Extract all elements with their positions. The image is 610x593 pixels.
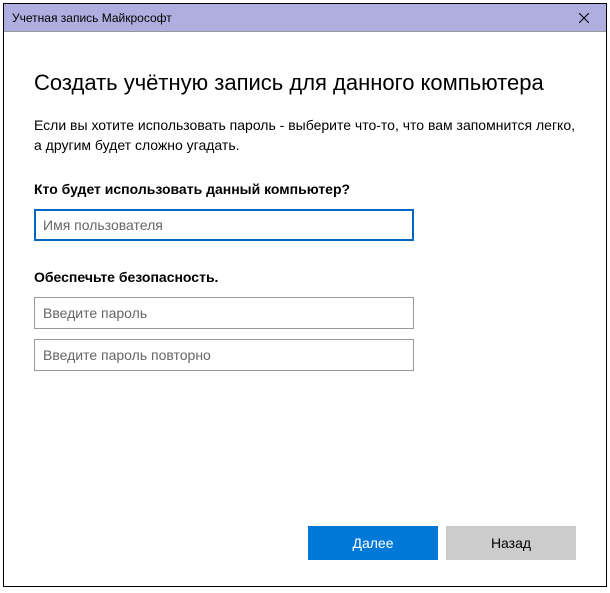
page-heading: Создать учётную запись для данного компь… <box>34 70 576 96</box>
back-button[interactable]: Назад <box>446 526 576 560</box>
close-button[interactable] <box>562 4 606 32</box>
password-input[interactable] <box>34 297 414 329</box>
window-title: Учетная запись Майкрософт <box>12 11 172 25</box>
window: Учетная запись Майкрософт Создать учётну… <box>3 3 607 587</box>
titlebar: Учетная запись Майкрософт <box>4 4 606 32</box>
password-confirm-input[interactable] <box>34 339 414 371</box>
section-security-label: Обеспечьте безопасность. <box>34 269 576 285</box>
close-icon <box>579 13 589 23</box>
page-description: Если вы хотите использовать пароль - выб… <box>34 116 576 155</box>
section-user: Кто будет использовать данный компьютер? <box>34 181 576 251</box>
content-area: Создать учётную запись для данного компь… <box>4 32 606 586</box>
next-button[interactable]: Далее <box>308 526 438 560</box>
spacer <box>34 381 576 526</box>
section-security: Обеспечьте безопасность. <box>34 269 576 381</box>
username-input[interactable] <box>34 209 414 241</box>
footer-buttons: Далее Назад <box>34 526 576 566</box>
section-user-label: Кто будет использовать данный компьютер? <box>34 181 576 197</box>
